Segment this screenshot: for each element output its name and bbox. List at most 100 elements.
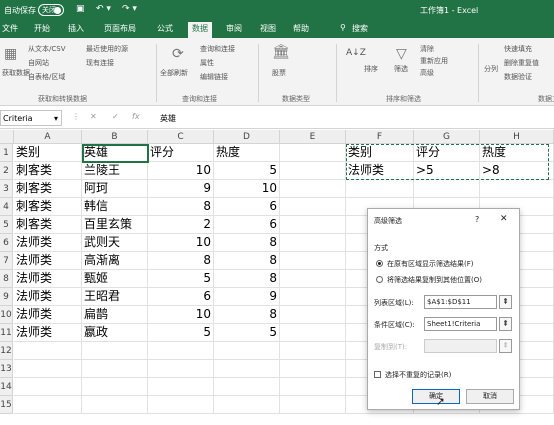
advanced-button[interactable]: 高级 <box>420 68 434 78</box>
table-cell[interactable] <box>280 162 346 180</box>
col-header[interactable]: H <box>480 130 554 144</box>
enter-icon[interactable]: ✓ <box>112 112 119 121</box>
col-header[interactable]: E <box>280 130 346 144</box>
clear-button[interactable]: 清除 <box>420 44 434 54</box>
table-cell[interactable]: 10 <box>148 234 214 252</box>
stocks-button[interactable]: 股票 <box>272 68 286 78</box>
table-cell[interactable]: 王昭君 <box>82 288 148 306</box>
reapply-button[interactable]: 重新应用 <box>420 56 448 66</box>
table-cell[interactable] <box>280 234 346 252</box>
tab-file[interactable]: 文件 <box>2 23 18 34</box>
table-cell[interactable] <box>280 324 346 342</box>
table-cell[interactable]: 9 <box>214 288 280 306</box>
table-cell[interactable]: 5 <box>148 324 214 342</box>
table-cell[interactable]: 6 <box>214 216 280 234</box>
table-cell[interactable] <box>14 396 82 414</box>
table-cell[interactable] <box>280 360 346 378</box>
table-cell[interactable]: 兰陵王 <box>82 162 148 180</box>
tab-data[interactable]: 数据 <box>188 22 212 38</box>
filter-icon[interactable]: ▽ <box>396 46 407 62</box>
table-cell[interactable] <box>280 144 346 162</box>
table-cell[interactable] <box>214 378 280 396</box>
tab-formulas[interactable]: 公式 <box>157 23 173 34</box>
tab-insert[interactable]: 插入 <box>68 23 84 34</box>
table-cell[interactable]: 刺客类 <box>14 216 82 234</box>
table-cell[interactable] <box>280 198 346 216</box>
table-cell[interactable]: 类别 <box>14 144 82 162</box>
row-header[interactable]: 12 <box>0 342 13 360</box>
row-header[interactable]: 13 <box>0 360 13 378</box>
table-cell[interactable]: 8 <box>214 252 280 270</box>
table-cell[interactable] <box>14 342 82 360</box>
row-header[interactable]: 2 <box>0 162 13 180</box>
table-cell[interactable]: 法师类 <box>14 324 82 342</box>
filter-button[interactable]: 筛选 <box>394 64 408 74</box>
table-cell[interactable]: 5 <box>214 162 280 180</box>
table-cell[interactable]: 2 <box>148 216 214 234</box>
table-cell[interactable] <box>214 342 280 360</box>
table-cell[interactable]: 10 <box>148 306 214 324</box>
tab-help[interactable]: 帮助 <box>293 23 309 34</box>
table-cell[interactable] <box>280 342 346 360</box>
table-cell[interactable] <box>414 180 480 198</box>
row-header[interactable]: 8 <box>0 270 13 288</box>
row-header[interactable]: 11 <box>0 324 13 342</box>
unique-records-checkbox[interactable] <box>374 371 381 378</box>
save-icon[interactable]: ▣ <box>76 4 85 14</box>
table-cell[interactable]: 法师类 <box>14 306 82 324</box>
table-cell[interactable] <box>214 360 280 378</box>
edit-links[interactable]: 编辑链接 <box>200 72 228 82</box>
col-header[interactable]: D <box>214 130 280 144</box>
sort-az-icon[interactable]: A↓Z <box>346 48 366 58</box>
collapse-dialog-icon[interactable]: ⇞ <box>499 295 512 309</box>
row-header[interactable]: 3 <box>0 180 13 198</box>
table-cell[interactable]: 武则天 <box>82 234 148 252</box>
cancel-icon[interactable]: ✕ <box>90 112 97 121</box>
col-header[interactable]: B <box>82 130 148 144</box>
table-cell[interactable] <box>82 360 148 378</box>
cancel-button[interactable]: 取消 <box>466 389 514 404</box>
table-cell[interactable] <box>280 180 346 198</box>
row-header[interactable]: 4 <box>0 198 13 216</box>
remove-duplicates[interactable]: 删除重复值 <box>504 58 539 68</box>
table-cell[interactable] <box>14 378 82 396</box>
table-cell[interactable] <box>280 252 346 270</box>
from-text-csv[interactable]: 从文本/CSV <box>28 44 65 54</box>
text-to-columns[interactable]: 分列 <box>484 64 498 74</box>
undo-icon[interactable]: ↶ ▾ <box>96 4 111 14</box>
tab-page-layout[interactable]: 页面布局 <box>104 23 136 34</box>
chevron-down-icon[interactable]: ▾ <box>54 114 58 123</box>
recent-sources[interactable]: 最近使用的源 <box>86 44 128 54</box>
existing-connections[interactable]: 现有连接 <box>86 58 114 68</box>
col-header[interactable]: C <box>148 130 214 144</box>
select-all-corner[interactable] <box>0 130 14 144</box>
table-cell[interactable]: 法师类 <box>14 270 82 288</box>
table-cell[interactable]: 9 <box>148 180 214 198</box>
name-box[interactable]: Criteria ▾ <box>0 110 62 126</box>
data-validation[interactable]: 数据验证 <box>504 72 532 82</box>
get-data-icon[interactable]: ▦ <box>4 46 17 62</box>
list-range-input[interactable]: $A$1:$D$11 <box>424 295 497 309</box>
table-cell[interactable]: 嬴政 <box>82 324 148 342</box>
sort-button[interactable]: 排序 <box>364 64 378 74</box>
table-cell[interactable]: 8 <box>148 198 214 216</box>
table-cell[interactable] <box>280 306 346 324</box>
table-cell[interactable]: 8 <box>148 252 214 270</box>
row-header[interactable]: 10 <box>0 306 13 324</box>
table-cell[interactable]: 评分 <box>148 144 214 162</box>
row-header[interactable]: 6 <box>0 234 13 252</box>
tab-search[interactable]: 搜索 <box>352 23 368 34</box>
help-icon[interactable]: ? <box>475 215 479 224</box>
table-cell[interactable] <box>82 396 148 414</box>
table-cell[interactable]: 百里玄策 <box>82 216 148 234</box>
table-cell[interactable]: 甄姬 <box>82 270 148 288</box>
collapse-dialog-icon[interactable]: ⇞ <box>499 317 512 331</box>
table-cell[interactable] <box>148 360 214 378</box>
search-icon[interactable]: ⚲ <box>340 23 346 32</box>
table-cell[interactable] <box>280 270 346 288</box>
table-cell[interactable]: 韩信 <box>82 198 148 216</box>
table-cell[interactable] <box>148 342 214 360</box>
bank-icon[interactable]: 🏛 <box>272 44 290 60</box>
table-cell[interactable]: 5 <box>214 324 280 342</box>
row-header[interactable]: 14 <box>0 378 13 396</box>
